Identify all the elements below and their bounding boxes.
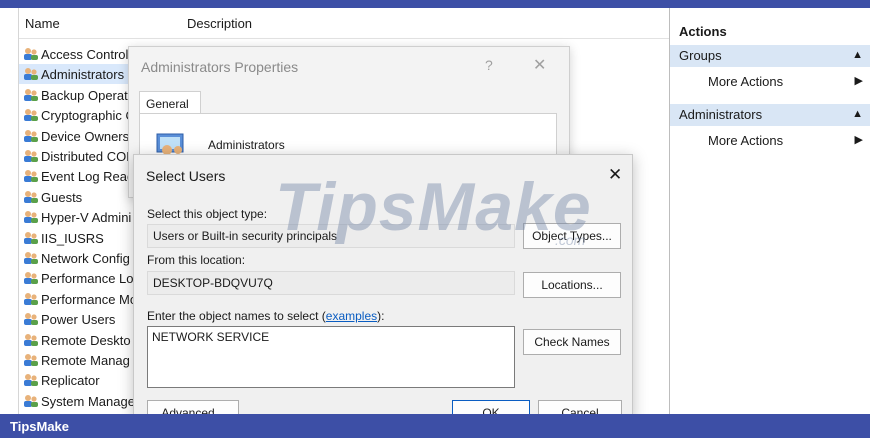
group-users-icon — [23, 210, 38, 224]
list-header: Name Description — [19, 8, 669, 39]
check-names-button[interactable]: Check Names — [523, 329, 621, 355]
check-names-button-label: Check Names — [534, 335, 610, 349]
actions-group-label: Administrators — [679, 107, 763, 122]
group-users-icon — [23, 129, 38, 143]
list-item[interactable]: Cryptographic O — [19, 105, 139, 125]
list-item-label: Distributed COM — [41, 149, 138, 164]
group-users-icon — [23, 292, 38, 306]
list-item[interactable]: Performance Mo — [19, 289, 139, 309]
list-item-label: Device Owners — [41, 128, 130, 144]
list-item-label: IIS_IUSRS — [41, 230, 104, 246]
more-actions-label: More Actions — [708, 74, 784, 89]
location-value: DESKTOP-BDQVU7Q — [153, 276, 273, 290]
list-item[interactable]: Remote Manag — [19, 350, 139, 370]
object-names-input[interactable]: NETWORK SERVICE — [147, 326, 515, 388]
location-field: DESKTOP-BDQVU7Q — [147, 271, 515, 295]
collapse-triangle-icon[interactable]: ▲ — [852, 49, 863, 61]
list-item[interactable]: Event Log Reade — [19, 166, 142, 186]
list-item-label: System Manage — [41, 393, 135, 409]
tab-general[interactable]: General — [139, 91, 201, 114]
group-users-icon — [23, 231, 38, 245]
list-item-label: Administrators — [41, 67, 125, 83]
group-users-icon — [23, 312, 38, 326]
footer-brand: TipsMake — [10, 419, 70, 434]
help-icon[interactable]: ? — [485, 57, 493, 73]
actions-group-administrators[interactable]: Administrators ▲ — [670, 104, 870, 126]
watermark-suffix: .com — [555, 232, 586, 248]
list-item[interactable]: Backup Operato — [19, 85, 139, 105]
examples-link[interactable]: examples — [326, 309, 377, 323]
location-label: From this location: — [147, 253, 246, 267]
select-users-title: Select Users — [146, 168, 226, 184]
group-users-icon — [23, 108, 38, 122]
collapse-triangle-icon[interactable]: ▲ — [852, 108, 863, 120]
list-item-label: Backup Operato — [41, 87, 135, 103]
list-item-label: Performance Mo — [41, 291, 138, 307]
list-item-label: Event Log Reade — [41, 169, 142, 185]
tab-general-label: General — [146, 97, 189, 111]
list-item-label: Hyper-V Admini — [41, 210, 132, 226]
column-header-description[interactable]: Description — [187, 16, 252, 31]
group-users-icon — [23, 271, 38, 285]
list-item-label: Network Config — [41, 251, 130, 266]
list-item[interactable]: Device Owners — [19, 126, 139, 146]
list-item-label: Cryptographic O — [41, 108, 136, 124]
list-item[interactable]: Power Users — [19, 309, 139, 329]
group-users-icon — [23, 47, 38, 61]
list-item[interactable]: Network Config — [19, 248, 139, 268]
list-item[interactable]: Administrators — [19, 64, 131, 85]
group-name: Administrators — [208, 138, 285, 152]
list-item[interactable]: Remote Deskto — [19, 330, 139, 350]
object-names-value: NETWORK SERVICE — [152, 330, 270, 344]
list-item-label: Power Users — [41, 312, 116, 328]
list-item[interactable]: Guests — [19, 187, 139, 207]
submenu-arrow-icon: ▶ — [854, 134, 863, 146]
list-item-label: Remote Manag — [41, 353, 130, 368]
properties-dialog-title: Administrators Properties — [141, 59, 299, 75]
more-actions-label: More Actions — [708, 133, 784, 148]
list-item-label: Guests — [41, 189, 83, 205]
group-users-icon — [23, 169, 38, 183]
actions-group-label: Groups — [679, 48, 722, 63]
list-item[interactable]: Distributed COM — [19, 146, 139, 166]
list-item[interactable]: Replicator — [19, 370, 139, 390]
top-accent-bar — [0, 0, 870, 8]
list-item[interactable]: Access Control A — [19, 44, 140, 64]
object-type-label: Select this object type: — [147, 207, 268, 221]
group-users-icon — [23, 251, 38, 265]
footer-bar: TipsMake — [0, 414, 870, 438]
list-item-label: Remote Deskto — [41, 332, 131, 348]
group-users-icon — [23, 373, 38, 387]
list-item[interactable]: IIS_IUSRS — [19, 228, 139, 248]
list-item[interactable]: Performance Lo — [19, 268, 139, 288]
list-item-label: Access Control A — [41, 47, 140, 62]
watermark: TipsMake — [275, 169, 592, 245]
group-users-icon — [23, 190, 38, 204]
group-users-icon — [23, 88, 38, 102]
group-users-icon — [23, 333, 38, 347]
group-users-icon — [23, 149, 38, 163]
list-item-label: Performance Lo — [41, 271, 134, 287]
actions-group-groups[interactable]: Groups ▲ — [670, 45, 870, 67]
locations-button[interactable]: Locations... — [523, 272, 621, 298]
enter-names-label-prefix: Enter the object names to select ( — [147, 309, 326, 323]
group-users-icon — [23, 353, 38, 367]
group-users-icon — [23, 67, 38, 81]
locations-button-label: Locations... — [541, 278, 603, 292]
list-item[interactable]: System Manage — [19, 391, 139, 411]
close-icon[interactable]: ✕ — [608, 165, 622, 185]
submenu-arrow-icon: ▶ — [854, 75, 863, 87]
more-actions-groups[interactable]: More Actions ▶ — [670, 71, 870, 93]
close-icon[interactable]: ✕ — [533, 55, 546, 75]
group-users-icon — [23, 394, 38, 408]
more-actions-administrators[interactable]: More Actions ▶ — [670, 130, 870, 152]
list-item[interactable]: Hyper-V Admini — [19, 207, 139, 227]
actions-pane: Actions Groups ▲ More Actions ▶ Administ… — [669, 8, 870, 414]
enter-names-label: Enter the object names to select (exampl… — [147, 309, 384, 323]
enter-names-label-suffix: ): — [377, 309, 385, 323]
list-item-label: Replicator — [41, 373, 100, 389]
actions-title: Actions — [679, 24, 727, 39]
column-header-name[interactable]: Name — [25, 16, 60, 31]
